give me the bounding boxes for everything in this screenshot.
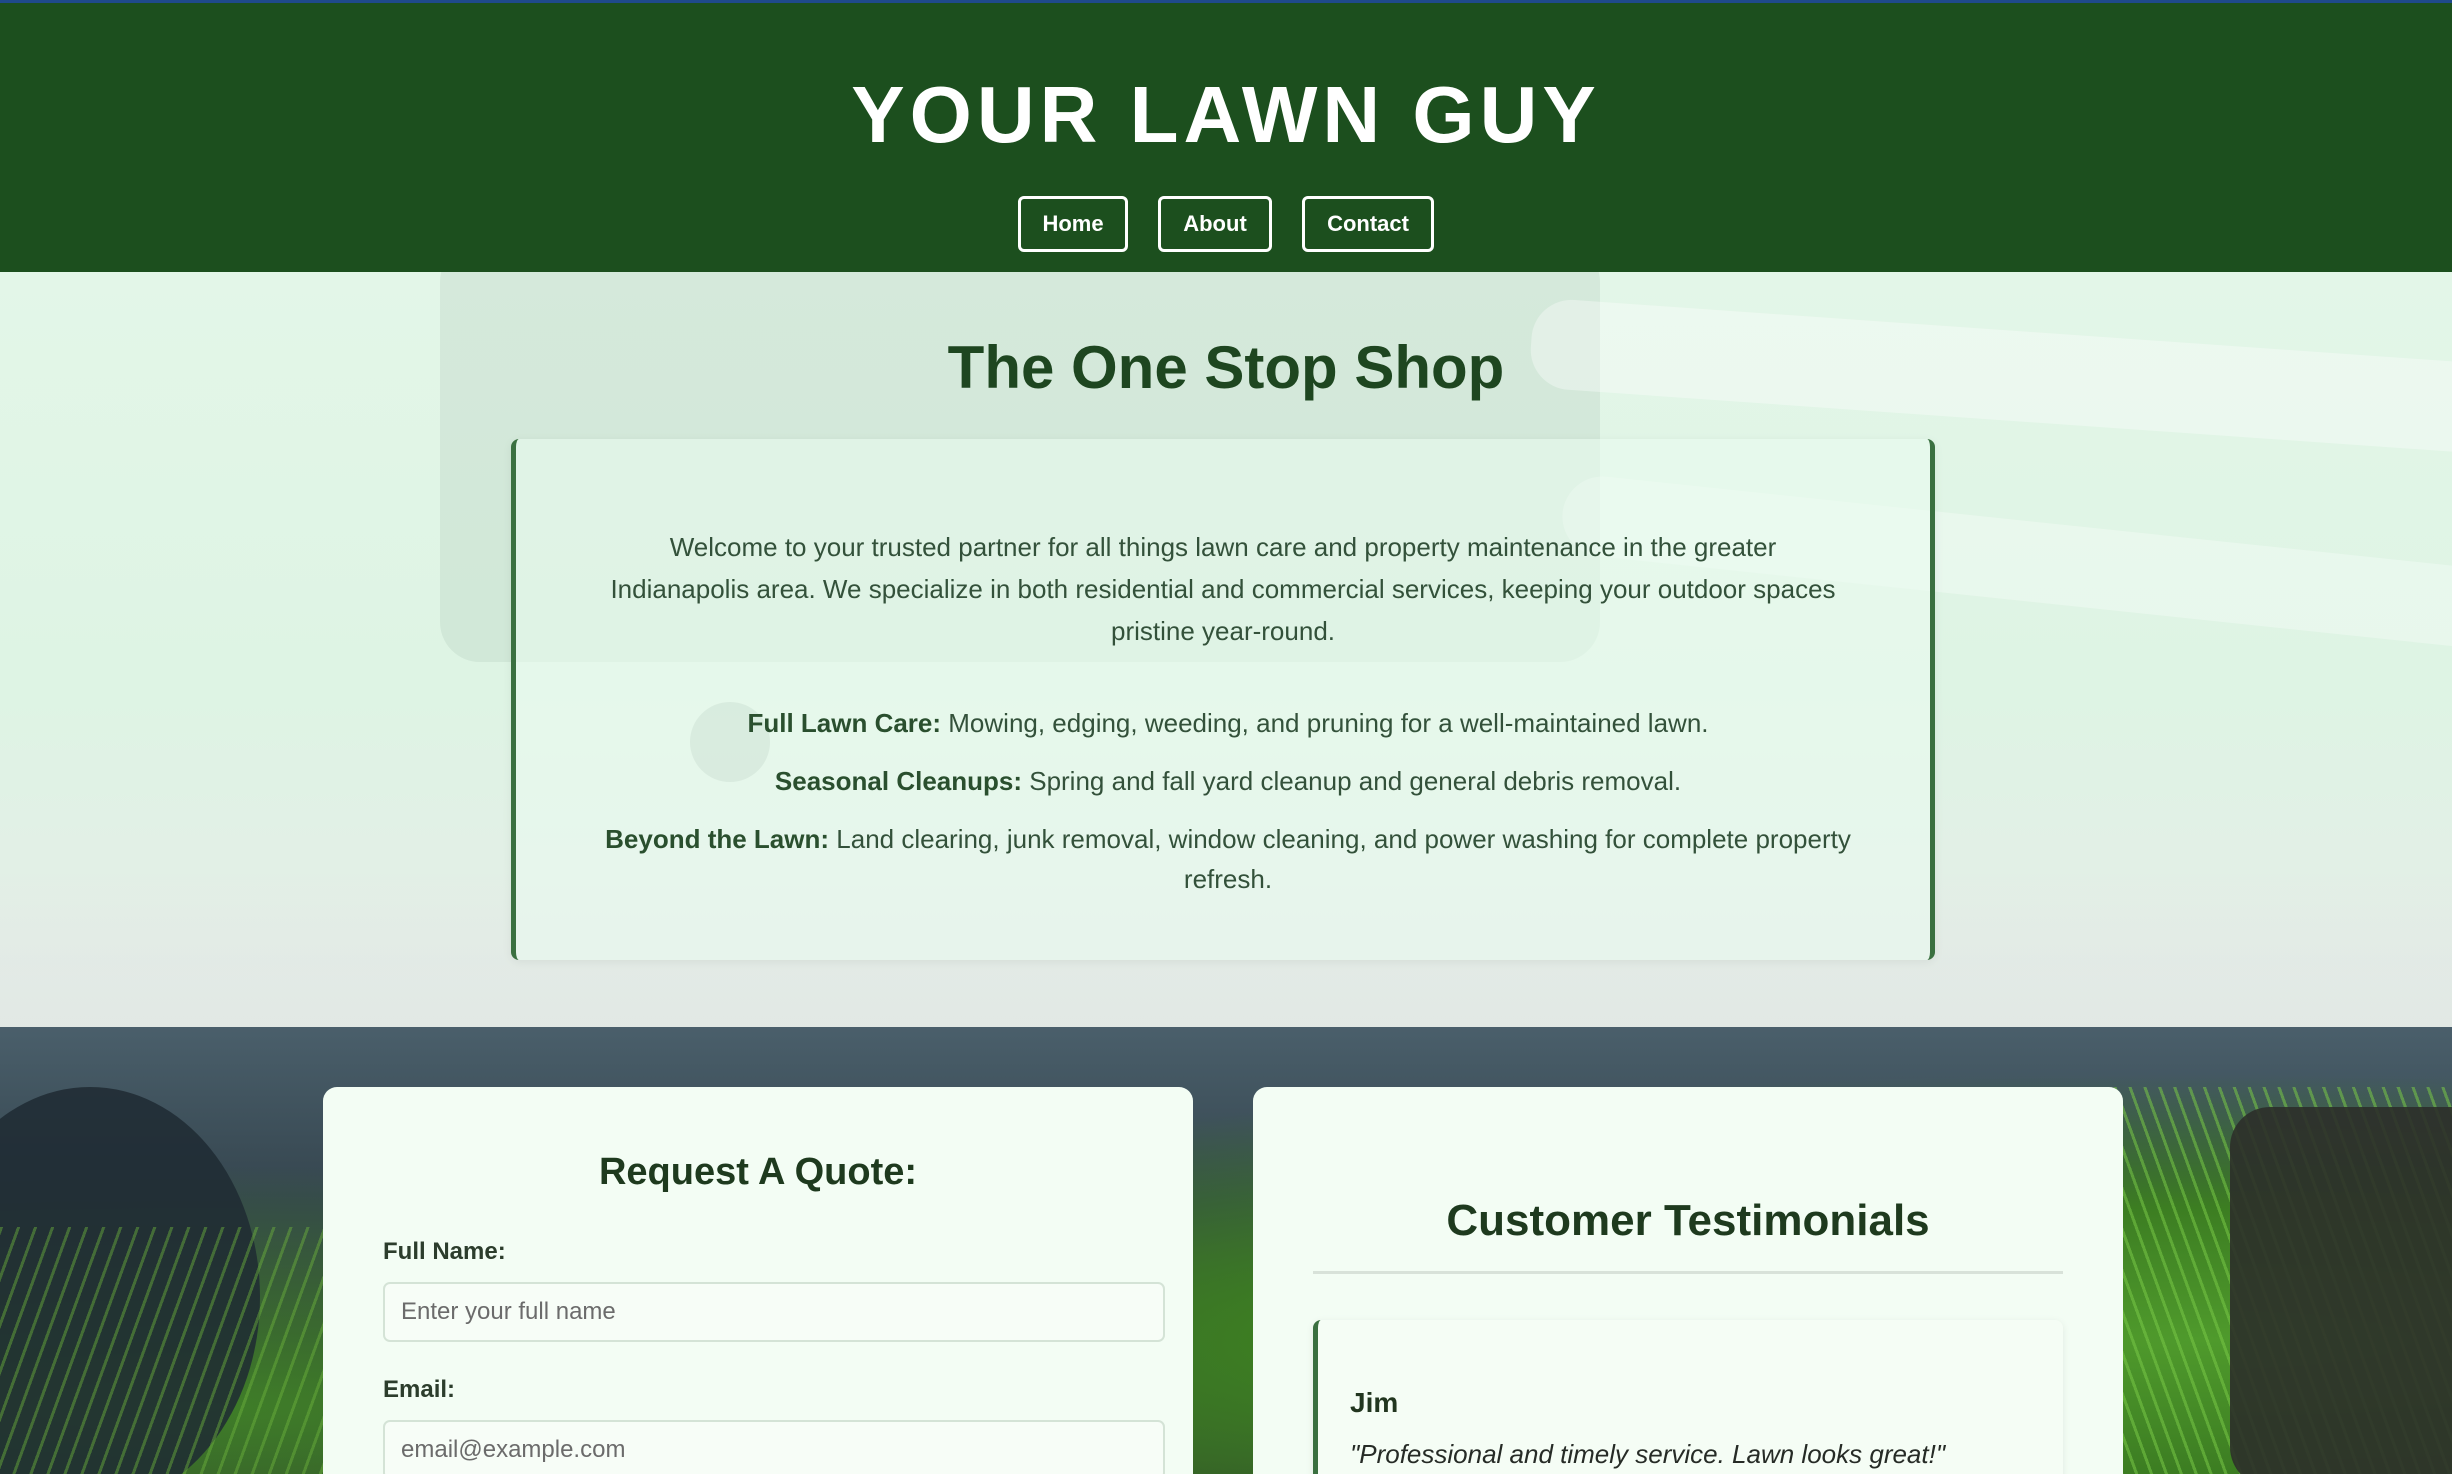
testimonial-card: Jim "Professional and timely service. La… [1313,1320,2063,1474]
testimonials-panel: Customer Testimonials Jim "Professional … [1253,1087,2123,1474]
service-item: Seasonal Cleanups: Spring and fall yard … [596,761,1860,801]
service-description: Spring and fall yard cleanup and general… [1022,766,1682,796]
nav-contact-button[interactable]: Contact [1302,196,1434,252]
service-description: Mowing, edging, weeding, and pruning for… [941,708,1709,738]
email-label: Email: [383,1376,456,1403]
nav-home-button[interactable]: Home [1018,196,1128,252]
quote-form-panel: Request A Quote: Full Name: Email: [323,1087,1193,1474]
testimonials-title: Customer Testimonials [1446,1196,1930,1245]
services-card: Welcome to your trusted partner for all … [511,439,1935,960]
service-item: Beyond the Lawn: Land clearing, junk rem… [596,819,1860,899]
site-title: YOUR LAWN GUY [851,70,1601,159]
testimonial-author: Jim [1350,1387,1399,1418]
main-nav: Home About Contact [0,196,2452,254]
site-header: YOUR LAWN GUY Home About Contact [0,3,2452,272]
testimonials-divider [1313,1271,2063,1274]
service-title: Full Lawn Care: [747,708,942,738]
service-item: Full Lawn Care: Mowing, edging, weeding,… [596,703,1860,743]
intro-paragraph: Welcome to your trusted partner for all … [610,532,1836,646]
service-title: Beyond the Lawn: [605,824,830,854]
nav-about-button[interactable]: About [1158,196,1272,252]
testimonial-quote: "Professional and timely service. Lawn l… [1350,1439,1946,1469]
quote-form-title: Request A Quote: [598,1151,918,1193]
service-description: Land clearing, junk removal, window clea… [829,824,1851,894]
service-title: Seasonal Cleanups: [774,766,1022,796]
hero-heading: The One Stop Shop [947,334,1505,401]
full-name-input[interactable] [383,1282,1165,1342]
email-input[interactable] [383,1420,1165,1474]
hero-section: The One Stop Shop Welcome to your truste… [0,272,2452,1027]
mower-wheel-right [2230,1107,2452,1474]
full-name-label: Full Name: [383,1238,506,1265]
grass-left [0,1227,330,1474]
